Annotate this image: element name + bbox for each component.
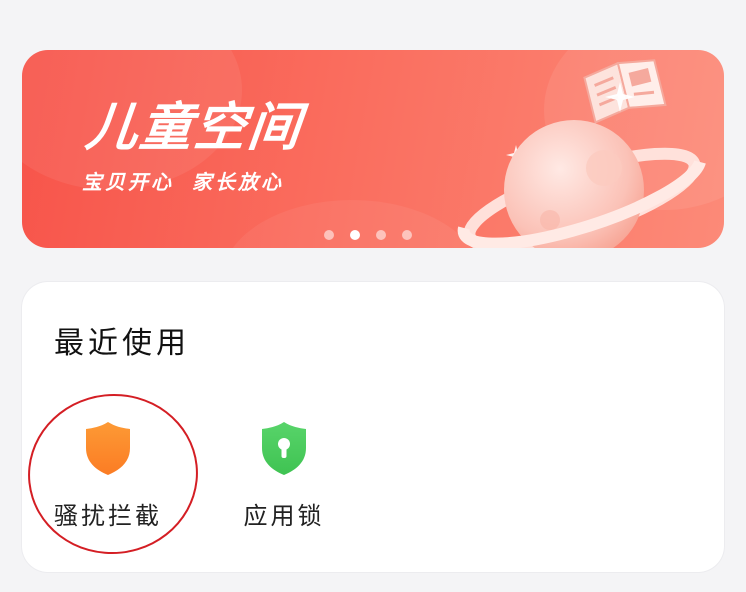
app-label: 骚扰拦截 [54, 502, 162, 530]
lock-shield-icon [262, 422, 306, 475]
app-harassment-block[interactable]: 骚扰拦截 [38, 420, 178, 531]
app-lock[interactable]: 应用锁 [214, 420, 354, 531]
planet-book-illustration [457, 59, 706, 248]
recent-apps-card: 最近使用 骚扰拦截 应用锁 [22, 282, 724, 572]
banner-subtitle: 宝贝开心 家长放心 [82, 170, 284, 194]
kids-space-banner[interactable]: 儿童空间 宝贝开心 家长放心 [22, 50, 724, 248]
recent-section-title: 最近使用 [54, 326, 190, 361]
carousel-dot[interactable] [376, 230, 386, 240]
carousel-indicator [324, 230, 412, 240]
carousel-dot[interactable] [402, 230, 412, 240]
app-label: 应用锁 [243, 502, 325, 530]
shield-icon [86, 422, 130, 475]
carousel-dot[interactable] [324, 230, 334, 240]
screen: 儿童空间 宝贝开心 家长放心 最近使用 骚扰拦截 应用锁 [0, 0, 746, 592]
carousel-dot-active[interactable] [350, 230, 360, 240]
banner-title: 儿童空间 [82, 98, 306, 158]
